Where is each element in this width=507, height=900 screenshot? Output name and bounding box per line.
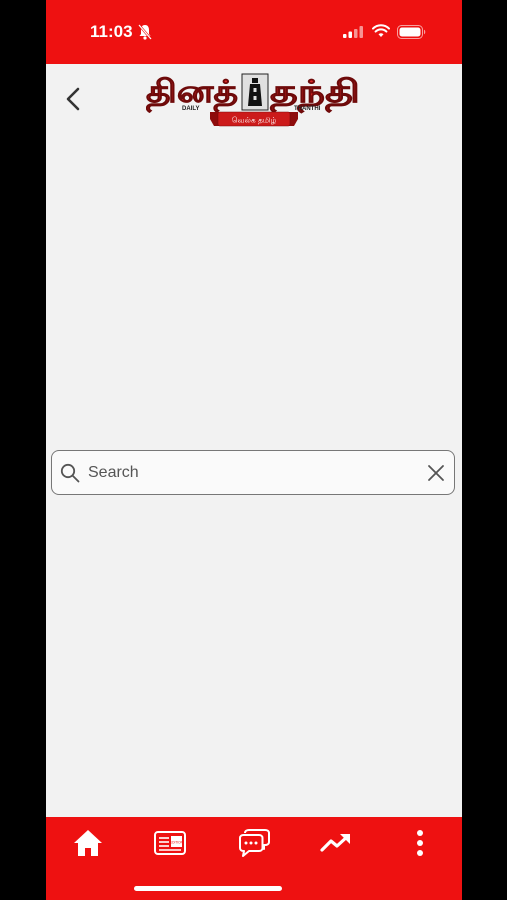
search-input[interactable] bbox=[88, 457, 418, 489]
silent-bell-icon bbox=[138, 24, 152, 40]
phone-screen: 11:03 தினத் தந்தி DAILY THANTHI வெல்க தம… bbox=[46, 0, 462, 900]
nav-trending[interactable] bbox=[316, 827, 356, 859]
nav-chat[interactable] bbox=[234, 827, 274, 859]
search-bar[interactable] bbox=[51, 450, 455, 495]
daily-thanthi-logo: தினத் தந்தி DAILY THANTHI வெல்க தமிழ் bbox=[146, 73, 360, 127]
chat-icon bbox=[239, 829, 270, 857]
app-header: தினத் தந்தி DAILY THANTHI வெல்க தமிழ் bbox=[46, 64, 462, 134]
trending-icon bbox=[320, 834, 350, 852]
back-button[interactable] bbox=[60, 82, 86, 116]
home-indicator[interactable] bbox=[134, 886, 282, 891]
search-icon bbox=[60, 463, 80, 483]
status-bar: 11:03 bbox=[46, 0, 462, 64]
wifi-icon bbox=[372, 24, 390, 37]
e-paper-icon: EDITION bbox=[154, 831, 186, 855]
nav-more[interactable] bbox=[400, 827, 440, 859]
logo-thanthi-text: THANTHI bbox=[294, 106, 321, 112]
nav-e-paper[interactable]: EDITION bbox=[150, 827, 190, 859]
home-icon bbox=[74, 830, 102, 856]
status-time: 11:03 bbox=[90, 22, 133, 41]
nav-home[interactable] bbox=[68, 827, 108, 859]
clear-search-button[interactable] bbox=[426, 463, 446, 483]
logo-ribbon-text: வெல்க தமிழ் bbox=[232, 116, 277, 125]
e-paper-mini-label: EDITION bbox=[170, 841, 184, 845]
battery-icon bbox=[397, 25, 426, 39]
logo-daily-text: DAILY bbox=[182, 106, 199, 112]
more-vertical-icon bbox=[417, 830, 423, 856]
cellular-signal-icon bbox=[343, 26, 363, 38]
